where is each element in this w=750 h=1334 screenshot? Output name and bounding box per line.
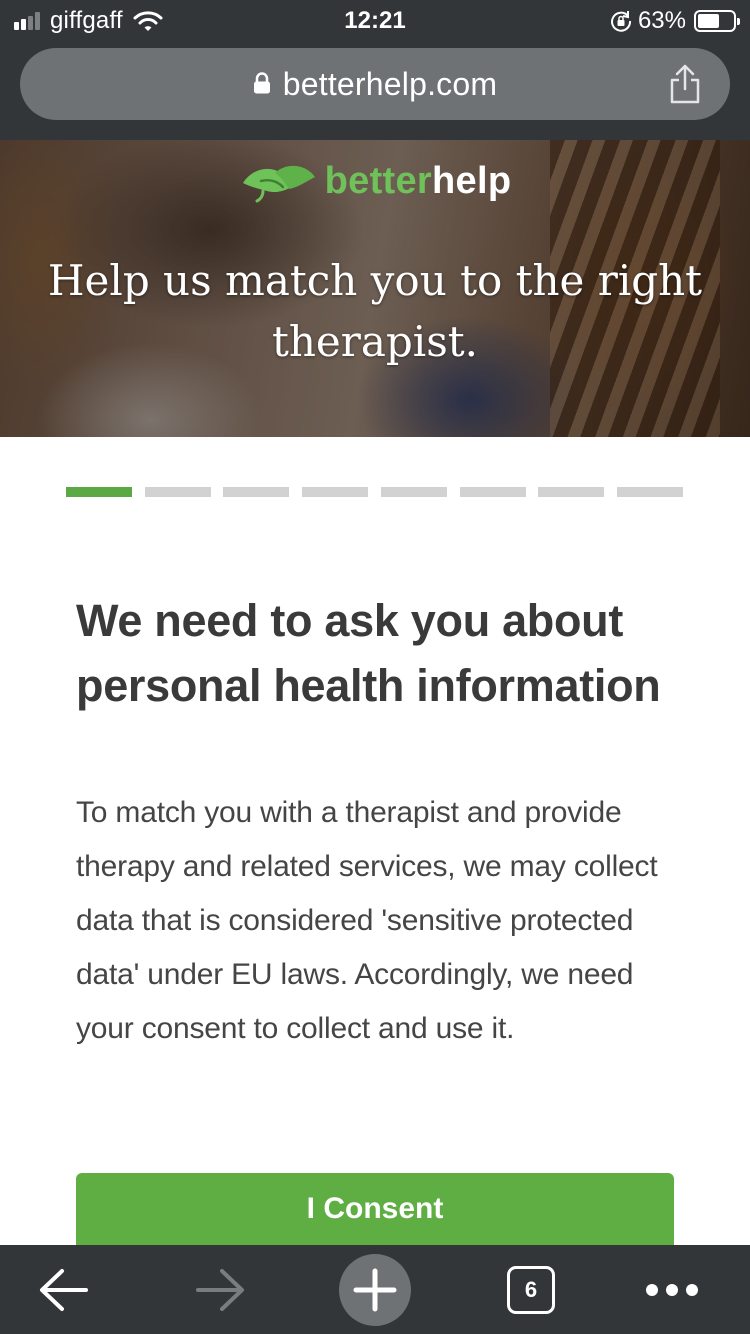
lock-icon [253, 72, 270, 94]
consent-description: To match you with a therapist and provid… [76, 796, 658, 1045]
hero-banner: betterhelp Help us match you to the righ… [0, 140, 750, 437]
brand-name: betterhelp [325, 160, 512, 203]
progress-indicator [66, 487, 683, 497]
status-bar: giffgaff 12:21 63% [0, 0, 750, 42]
url-text: betterhelp.com [282, 65, 498, 102]
address-bar[interactable]: betterhelp.com [20, 48, 730, 120]
progress-segment [66, 487, 132, 497]
new-tab-circle [339, 1253, 411, 1326]
progress-segment [616, 487, 683, 497]
leaf-logo-icon [242, 165, 315, 202]
browser-address-area: betterhelp.com [0, 42, 750, 140]
progress-segment [380, 487, 447, 497]
brand-name-part1: better [324, 160, 433, 202]
new-tab-button[interactable] [338, 1245, 412, 1334]
progress-segment [144, 487, 211, 497]
battery-percent: 63% [637, 7, 686, 34]
progress-segment [459, 487, 526, 497]
betterhelp-logo: betterhelp [0, 160, 750, 203]
menu-button[interactable] [632, 1245, 712, 1334]
tabs-button[interactable]: 6 [496, 1245, 566, 1334]
page-heading: We need to ask you about personal health… [76, 595, 661, 711]
forward-arrow-icon [196, 1268, 244, 1311]
progress-segment [223, 487, 290, 497]
brand-name-part2: help [432, 160, 512, 202]
hero-title: Help us match you to the right therapist… [47, 256, 703, 366]
cellular-signal-icon [14, 12, 42, 30]
back-arrow-icon [40, 1268, 88, 1311]
battery-icon [694, 10, 740, 32]
rotation-lock-icon [610, 11, 631, 32]
plus-icon [353, 1268, 397, 1311]
battery-fill [698, 14, 719, 28]
carrier-name: giffgaff [50, 7, 123, 34]
progress-segment [302, 487, 369, 497]
share-icon[interactable] [668, 64, 702, 104]
progress-segment [538, 487, 605, 497]
address-bar-content: betterhelp.com [20, 48, 730, 120]
wifi-icon [133, 11, 163, 31]
forward-button[interactable] [180, 1245, 260, 1334]
status-right: 63% [610, 6, 740, 36]
more-dots-icon [642, 1283, 702, 1296]
status-left: giffgaff [14, 6, 163, 36]
back-button[interactable] [24, 1245, 104, 1334]
consent-button[interactable]: I Consent [76, 1173, 674, 1245]
browser-toolbar: 6 [0, 1245, 750, 1334]
tabs-icon: 6 [507, 1265, 555, 1314]
